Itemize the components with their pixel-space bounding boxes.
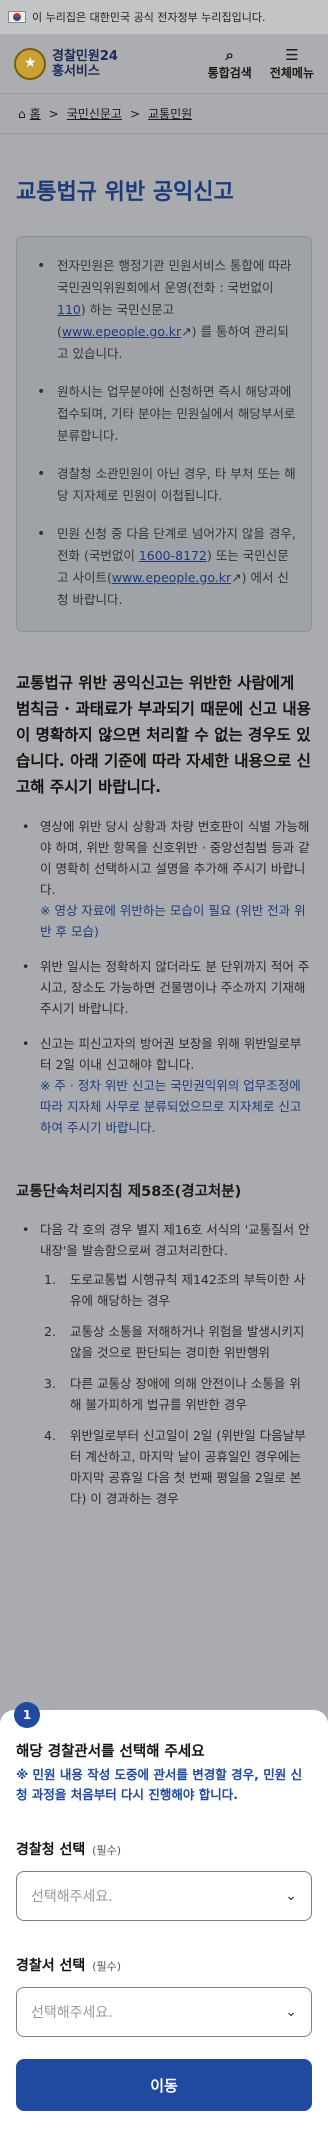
criteria-text: 영상에 위반 당시 상황과 차량 번호판이 식별 가능해야 하며, 위반 항목을…	[40, 819, 310, 897]
criteria-item: 위반 일시는 정확하지 않더라도 분 단위까지 적어 주시고, 장소도 가능하면…	[16, 956, 312, 1019]
rule-text: 도로교통법 시행규칙 제142조의 부득이한 사유에 해당하는 경우	[70, 1272, 306, 1308]
search-button[interactable]: ⌕ 통합검색	[208, 46, 252, 81]
phone-link[interactable]: 1600-8172	[139, 548, 207, 563]
breadcrumb-home[interactable]: 홈	[30, 105, 41, 122]
gov-banner: 이 누리집은 대한민국 공식 전자정부 누리집입니다.	[0, 0, 328, 34]
station-select[interactable]: 선택해주세요. ⌄	[16, 1987, 312, 2037]
breadcrumb-epeople[interactable]: 국민신문고	[67, 105, 122, 122]
notice-item: 원하시는 업무분야에 신청하면 즉시 해당과에 접수되며, 기타 분야는 민원실…	[31, 381, 299, 447]
criteria-text: 위반 일시는 정확하지 않더라도 분 단위까지 적어 주시고, 장소도 가능하면…	[40, 959, 310, 1016]
criteria-item: 신고는 피신고자의 방어권 보장을 위해 위반일로부터 2일 이내 신고해야 합…	[16, 1033, 312, 1138]
station-label: 경찰서 선택 (필수)	[16, 1955, 312, 1975]
criteria-list: 영상에 위반 당시 상황과 차량 번호판이 식별 가능해야 하며, 위반 항목을…	[0, 816, 328, 1138]
station-label-text: 경찰서 선택	[16, 1958, 86, 1974]
rule-num: 4.	[44, 1428, 56, 1443]
rule-item: 3. 다른 교통상 장애에 의해 안전이나 소통을 위해 불가피하게 법규를 위반…	[40, 1373, 312, 1415]
rule-text: 교통상 소통을 저해하거나 위험을 발생시키지 않을 것으로 판단되는 경미한 …	[70, 1324, 305, 1360]
rule-intro: 다음 각 호의 경우 별지 제16호 서식의 '교통질서 안내장'을 발송함으로…	[16, 1219, 312, 1509]
rule-title: 교통단속처리지침 제58조(경고처분)	[16, 1184, 242, 1200]
rule-item: 2. 교통상 소통을 저해하거나 위험을 발생시키지 않을 것으로 판단되는 경미…	[40, 1321, 312, 1363]
breadcrumb-traffic[interactable]: 교통민원	[148, 105, 192, 122]
chevron-down-icon: ⌄	[285, 1888, 297, 1904]
rule-num: 2.	[44, 1324, 56, 1339]
required-mark: (필수)	[92, 1960, 121, 1973]
police-logo-icon[interactable]	[14, 47, 46, 80]
sheet-warning: ※ 민원 내용 작성 도중에 관서를 변경할 경우, 민원 신청 과정을 처음부…	[16, 1767, 303, 1802]
notice-item: 민원 신청 중 다음 단계로 넘어가지 않을 경우, 전화 (국번없이 1600…	[31, 523, 299, 611]
brand-line2: 홍서비스	[52, 63, 100, 79]
rule-num: 3.	[44, 1376, 56, 1391]
external-link-icon: ↗	[181, 324, 192, 339]
criteria-item: 영상에 위반 당시 상황과 차량 번호판이 식별 가능해야 하며, 위반 항목을…	[16, 816, 312, 942]
notice-text: 전자민원은 행정기관 민원서비스 통합에 따라 국민권익위원회에서 운영(전화 …	[57, 258, 292, 295]
rule-items: 1. 도로교통법 시행규칙 제142조의 부득이한 사유에 해당하는 경우 2. 교…	[40, 1261, 312, 1509]
criteria-note: ※ 주 · 정차 위반 신고는 국민권익위의 업무조정에 따라 지자체 사무로 …	[40, 1078, 302, 1135]
search-label: 통합검색	[207, 66, 252, 80]
epeople-link[interactable]: www.epeople.go.kr	[112, 570, 231, 585]
rule-intro-text: 다음 각 호의 경우 별지 제16호 서식의 '교통질서 안내장'을 발송함으로…	[40, 1222, 310, 1258]
agency-select[interactable]: 선택해주세요. ⌄	[16, 1871, 312, 1921]
rule-text: 위반일로부터 신고일이 2일 (위반일 다음날부터 계산하고, 마지막 날이 공…	[70, 1428, 306, 1506]
home-icon: ⌂	[18, 106, 26, 121]
chevron-down-icon: ⌄	[285, 2004, 297, 2020]
notice-box: 전자민원은 행정기관 민원서비스 통합에 따라 국민권익위원회에서 운영(전화 …	[16, 236, 312, 632]
page-title: 교통법규 위반 공익신고	[16, 180, 234, 205]
criteria-note: ※ 영상 자료에 위반하는 모습이 필요 (위반 전과 위반 후 모습)	[40, 903, 306, 939]
brand[interactable]: 경찰민원24 홍서비스	[52, 49, 118, 79]
rule-num: 1.	[44, 1272, 56, 1287]
chevron-right-icon: >	[129, 106, 140, 121]
gov-banner-text: 이 누리집은 대한민국 공식 전자정부 누리집입니다.	[32, 11, 266, 24]
criteria-text: 신고는 피신고자의 방어권 보장을 위해 위반일로부터 2일 이내 신고해야 합…	[40, 1036, 302, 1072]
brand-line1: 경찰민원24	[52, 48, 118, 64]
external-link-icon: ↗	[231, 570, 242, 585]
korea-flag-icon	[8, 11, 26, 23]
agency-label: 경찰청 선택 (필수)	[16, 1839, 312, 1859]
hamburger-icon: ☰	[285, 46, 299, 64]
step-badge: 1	[14, 1702, 40, 1728]
sheet-title: 해당 경찰관서를 선택해 주세요	[16, 1744, 205, 1760]
chevron-right-icon: >	[48, 106, 59, 121]
epeople-link[interactable]: www.epeople.go.kr	[62, 324, 181, 339]
app-header: 경찰민원24 홍서비스 ⌕ 통합검색 ☰ 전체메뉴	[0, 34, 328, 94]
search-icon: ⌕	[225, 46, 234, 64]
agency-label-text: 경찰청 선택	[16, 1842, 86, 1858]
move-button[interactable]: 이동	[16, 2059, 312, 2111]
notice-item: 전자민원은 행정기관 민원서비스 통합에 따라 국민권익위원회에서 운영(전화 …	[31, 255, 299, 365]
breadcrumb: ⌂ 홈 > 국민신문고 > 교통민원	[0, 94, 328, 134]
rule-text: 다른 교통상 장애에 의해 안전이나 소통을 위해 불가피하게 법규를 위반한 …	[70, 1376, 301, 1412]
rule-item: 1. 도로교통법 시행규칙 제142조의 부득이한 사유에 해당하는 경우	[40, 1269, 312, 1311]
phone-link[interactable]: 110	[57, 302, 81, 317]
station-placeholder: 선택해주세요.	[31, 2005, 113, 2021]
rule-item: 4. 위반일로부터 신고일이 2일 (위반일 다음날부터 계산하고, 마지막 날이…	[40, 1425, 312, 1509]
rule-list: 다음 각 호의 경우 별지 제16호 서식의 '교통질서 안내장'을 발송함으로…	[0, 1219, 328, 1509]
menu-label: 전체메뉴	[269, 66, 314, 80]
required-mark: (필수)	[92, 1844, 121, 1857]
menu-button[interactable]: ☰ 전체메뉴	[270, 46, 314, 81]
notice-item: 경찰청 소관민원이 아닌 경우, 타 부처 또는 해당 지자체로 민원이 이첩됩…	[31, 463, 299, 507]
lead-text: 교통법규 위반 공익신고는 위반한 사람에게 범칙금 · 과태료가 부과되기 때…	[16, 674, 311, 796]
agency-placeholder: 선택해주세요.	[31, 1889, 113, 1905]
select-office-sheet: 1 해당 경찰관서를 선택해 주세요 ※ 민원 내용 작성 도중에 관서를 변경…	[0, 1702, 328, 2149]
